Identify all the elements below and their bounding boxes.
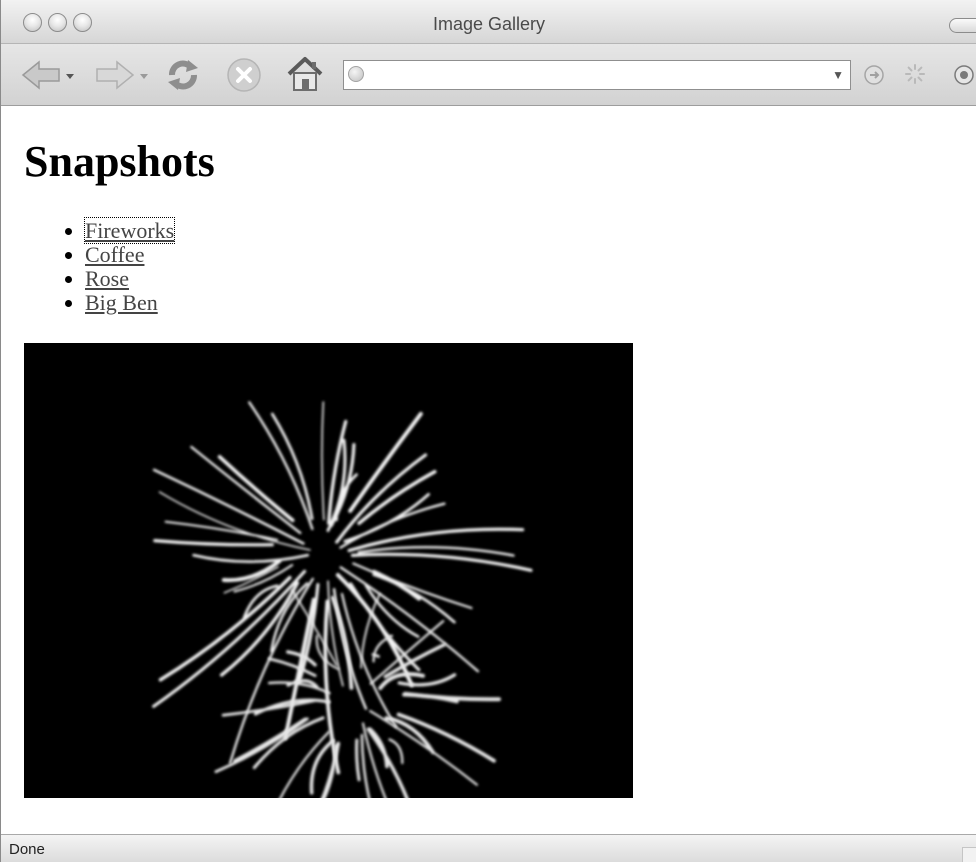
firework-streak [330,595,354,690]
gallery-link-list: Fireworks Coffee Rose Big Ben [65,217,176,315]
resize-grip[interactable] [962,847,976,862]
home-icon[interactable] [285,54,325,94]
fireworks-graphic [152,401,533,855]
reload-icon[interactable] [164,56,202,94]
bullet [65,300,72,307]
search-engine-icon[interactable] [953,64,976,86]
firework-streak [332,587,368,710]
link-rose[interactable]: Rose [85,266,129,291]
go-icon[interactable] [863,64,885,86]
url-input[interactable] [370,63,834,87]
list-item: Rose [65,267,174,291]
link-coffee[interactable]: Coffee [85,242,144,267]
title-bar: Image Gallery [1,0,976,44]
list-item: Coffee [65,243,174,267]
link-big-ben[interactable]: Big Ben [85,290,158,315]
forward-arrow-icon[interactable] [95,58,155,92]
back-arrow-icon[interactable] [21,58,81,92]
bullet [65,276,72,283]
toolbar-toggle-button[interactable] [949,18,976,33]
firework-streak [348,411,423,513]
url-bar[interactable]: ▼ [343,60,851,90]
site-icon [348,66,364,82]
list-item: Fireworks [65,217,176,244]
firework-streak [270,412,314,521]
firework-streak [388,738,404,765]
status-bar: Done [1,834,976,862]
firework-streak [402,692,459,704]
list-item: Big Ben [65,291,174,315]
stop-icon[interactable] [225,56,263,94]
bullet [65,228,72,235]
page-heading: Snapshots [24,137,215,186]
firework-streak [335,473,358,522]
browser-window: Image Gallery ▼ Snapshots Fireworks Coff… [0,0,976,862]
link-fireworks[interactable]: Fireworks [83,217,176,244]
navigation-toolbar: ▼ [1,44,976,106]
bullet [65,252,72,259]
spinner-icon [905,64,925,84]
firework-streak [152,468,305,545]
firework-streak [267,681,331,695]
firework-streak [321,401,325,521]
firework-streak [153,539,274,547]
status-text: Done [9,841,45,858]
firework-streak [233,717,307,763]
page-content: Snapshots Fireworks Coffee Rose Big Ben [1,106,976,855]
firework-streak [217,455,295,523]
firework-streak [355,738,361,782]
firework-streak [192,553,310,563]
window-title: Image Gallery [432,14,546,34]
url-history-dropdown-icon[interactable]: ▼ [832,68,844,82]
fireworks-image [24,343,633,855]
firework-streak [350,552,533,572]
firework-streak [352,562,473,610]
